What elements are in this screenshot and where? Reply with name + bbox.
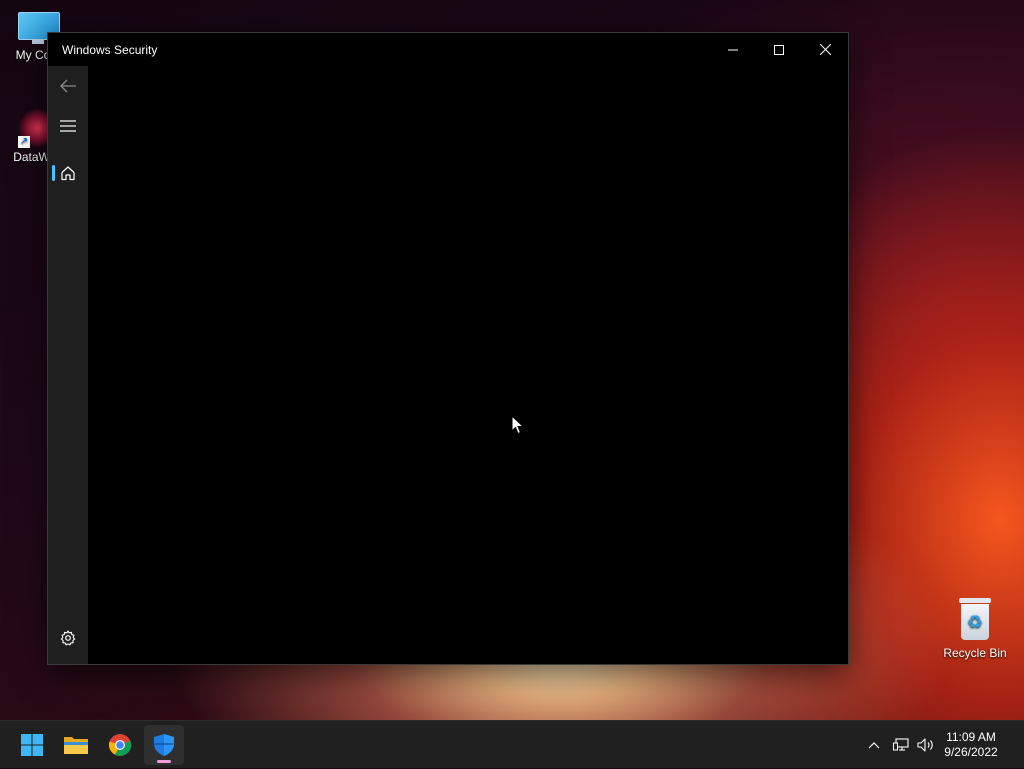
windows-security-window: Windows Security (47, 32, 849, 665)
taskbar-file-explorer[interactable] (56, 725, 96, 765)
start-button[interactable] (12, 725, 52, 765)
back-button[interactable] (48, 66, 88, 106)
taskbar-chrome[interactable] (100, 725, 140, 765)
minimize-icon (728, 49, 738, 50)
hamburger-menu-icon (60, 120, 76, 132)
clock-date: 9/26/2022 (944, 745, 998, 759)
main-content-area (88, 66, 848, 664)
recycle-bin-icon: ♻ (957, 598, 993, 642)
chrome-icon (108, 734, 132, 756)
chevron-up-icon (868, 742, 880, 749)
title-bar[interactable]: Windows Security (48, 33, 848, 66)
taskbar: 11:09 AM 9/26/2022 (0, 720, 1024, 768)
windows-start-icon (21, 734, 43, 756)
maximize-icon (774, 44, 784, 55)
taskbar-clock[interactable]: 11:09 AM 9/26/2022 (936, 730, 1006, 760)
network-icon (893, 738, 909, 751)
nav-item-home[interactable] (48, 153, 88, 193)
home-icon (61, 166, 75, 181)
network-button[interactable] (889, 721, 913, 769)
volume-icon (917, 738, 933, 752)
active-app-indicator (157, 760, 171, 763)
taskbar-windows-security[interactable] (144, 725, 184, 765)
close-button[interactable] (802, 33, 848, 66)
desktop-icon-label: Recycle Bin (943, 646, 1007, 660)
desktop-icon-recycle-bin[interactable]: ♻ Recycle Bin (937, 598, 1013, 660)
volume-button[interactable] (914, 721, 938, 769)
close-icon (819, 44, 831, 55)
maximize-button[interactable] (756, 33, 802, 66)
nav-item-settings[interactable] (48, 618, 88, 658)
minimize-button[interactable] (710, 33, 756, 66)
clock-time: 11:09 AM (946, 730, 996, 744)
shortcut-arrow-icon: ↗ (18, 136, 30, 148)
window-title: Windows Security (62, 43, 158, 57)
hamburger-menu-button[interactable] (48, 106, 88, 146)
gear-icon (60, 630, 76, 646)
mouse-cursor-icon (511, 415, 525, 435)
selection-indicator (52, 165, 55, 181)
file-explorer-icon (64, 737, 88, 754)
show-hidden-icons-button[interactable] (862, 721, 886, 769)
navigation-sidebar (48, 66, 88, 664)
windows-security-shield-icon (154, 734, 174, 756)
back-arrow-icon (60, 79, 76, 93)
